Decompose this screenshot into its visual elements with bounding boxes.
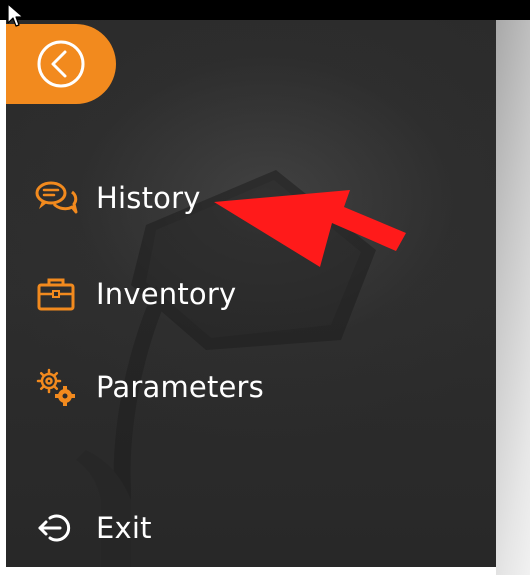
menu-item-history[interactable]: History [34, 176, 201, 220]
menu-item-label: Parameters [96, 369, 264, 404]
gears-icon [34, 367, 82, 407]
briefcase-icon [34, 274, 82, 314]
chevron-left-circle-icon [37, 40, 85, 88]
back-button[interactable] [6, 24, 116, 104]
app-screen: History Inventory Parameters Exit [0, 0, 530, 575]
logout-icon [34, 508, 82, 548]
menu-item-label: Exit [96, 510, 152, 545]
side-menu: History Inventory Parameters Exit [6, 20, 496, 567]
menu-item-inventory[interactable]: Inventory [34, 272, 236, 316]
content-area-edge [496, 20, 530, 575]
top-bar [0, 0, 530, 20]
bottom-edge [0, 567, 496, 575]
menu-item-label: History [96, 180, 201, 215]
menu-item-parameters[interactable]: Parameters [34, 365, 264, 409]
chat-bubbles-icon [34, 178, 82, 218]
menu-item-label: Inventory [96, 276, 237, 311]
menu-item-exit[interactable]: Exit [34, 506, 152, 550]
